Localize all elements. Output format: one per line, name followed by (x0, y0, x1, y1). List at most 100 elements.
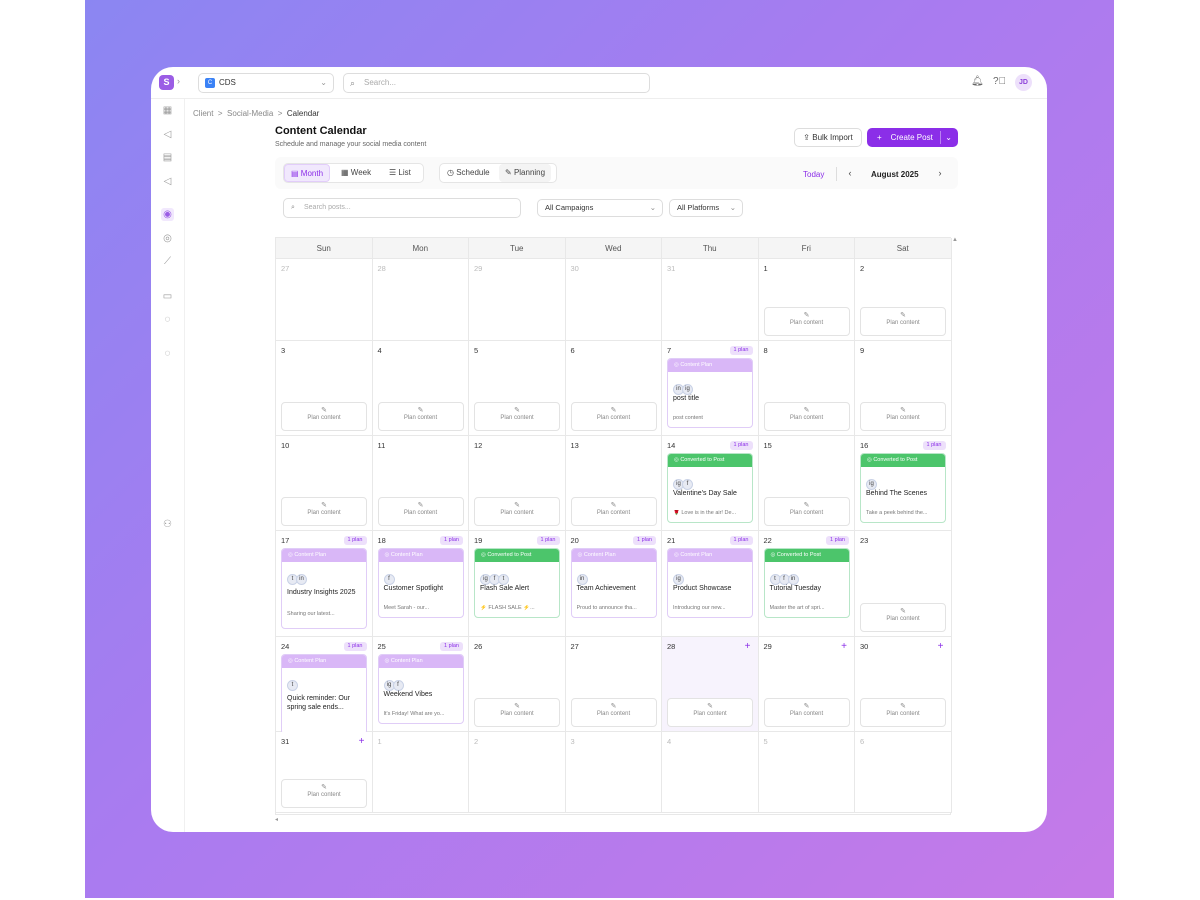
today-button[interactable]: Today (803, 170, 824, 179)
calendar-day-cell[interactable]: 15 ✎ Plan content (758, 436, 855, 531)
plan-content-button[interactable]: ✎ Plan content (763, 307, 850, 336)
plan-content-button[interactable]: ✎ Plan content (860, 402, 946, 431)
tab-list[interactable]: ☰ List (383, 164, 417, 182)
calendar-day-cell[interactable]: 31 + ✎ Plan content (276, 732, 373, 813)
calendar-day-cell[interactable]: 1 ✎ Plan content (758, 259, 855, 341)
plan-content-button[interactable]: ✎ Plan content (570, 402, 657, 431)
calendar-day-cell[interactable]: 21 1 plan ◎ Content Plan ig Product Showcase… (662, 531, 759, 637)
calendar-day-cell[interactable]: 26 ✎ Plan content (469, 637, 566, 732)
calendar-day-cell[interactable]: 2 ✎ Plan content (855, 259, 952, 341)
calendar-day-cell[interactable]: 3 ✎ Plan content (276, 341, 373, 436)
breadcrumb-social-media[interactable]: Social-Media (227, 109, 273, 118)
calendar-day-cell[interactable]: 27 ✎ Plan content (565, 637, 662, 732)
plan-content-button[interactable]: ✎ Plan content (570, 497, 657, 526)
calendar-day-cell[interactable]: 29 + ✎ Plan content (758, 637, 855, 732)
calendar-day-cell[interactable]: 16 1 plan ◎ Converted to Post ig Behind The … (855, 436, 952, 531)
breadcrumb-client[interactable]: Client (193, 109, 213, 118)
calendar-day-cell[interactable]: 2 (469, 732, 566, 813)
plan-content-button[interactable]: ✎ Plan content (763, 402, 850, 431)
calendar-day-cell[interactable]: 27 (276, 259, 373, 341)
calendar-day-cell[interactable]: 12 ✎ Plan content (469, 436, 566, 531)
workspace-select[interactable]: C CDS ⌄ (198, 73, 334, 93)
megaphone-icon[interactable]: ◁ (161, 175, 174, 188)
plan-content-button[interactable]: ✎ Plan content (860, 307, 946, 336)
calendar-day-cell[interactable]: 6 ✎ Plan content (565, 341, 662, 436)
calendar-day-cell[interactable]: 24 1 plan ◎ Content Plan t Quick reminder: O… (276, 637, 373, 735)
calendar-day-cell[interactable]: 4 (662, 732, 759, 813)
calendar-day-cell[interactable]: 28 + ✎ Plan content (662, 637, 759, 732)
content-card[interactable]: ◎ Converted to Post ig f t Flash Sale Alert ⚡… (474, 548, 560, 618)
calendar-day-cell[interactable]: 30 (565, 259, 662, 341)
content-card[interactable]: ◎ Content Plan t Quick reminder: Our sprin… (281, 654, 367, 735)
chevron-down-icon[interactable]: ⌄ (945, 128, 952, 147)
plan-content-button[interactable]: ✎ Plan content (570, 698, 657, 727)
plan-content-button[interactable]: ✎ Plan content (474, 698, 560, 727)
plan-content-button[interactable]: ✎ Plan content (763, 698, 850, 727)
content-card[interactable]: ◎ Converted to Post t f in Tutorial Tuesday M… (763, 548, 850, 618)
add-content-icon[interactable]: + (359, 736, 365, 747)
content-card[interactable]: ◎ Content Plan in ig post title post content (667, 358, 753, 428)
content-card[interactable]: ◎ Converted to Post ig Behind The Scenes Ta… (860, 453, 946, 523)
plan-content-button[interactable]: ✎ Plan content (474, 402, 560, 431)
tab-month[interactable]: ▤ Month (284, 164, 331, 182)
tab-schedule[interactable]: ◷ Schedule (441, 164, 496, 182)
calendar-day-cell[interactable]: 25 1 plan ◎ Content Plan ig f Weekend Vibes It… (372, 637, 469, 732)
bulk-import-button[interactable]: ⇪ Bulk Import (794, 128, 862, 147)
calendar-day-cell[interactable]: 23 ✎ Plan content (855, 531, 952, 637)
content-card[interactable]: ◎ Content Plan ig f Weekend Vibes It's Frida… (377, 654, 464, 724)
plan-content-button[interactable]: ✎ Plan content (377, 402, 464, 431)
plan-content-button[interactable]: ✎ Plan content (667, 698, 753, 727)
plan-content-button[interactable]: ✎ Plan content (860, 698, 946, 727)
calendar-day-cell[interactable]: 30 + ✎ Plan content (855, 637, 952, 732)
megaphone-icon[interactable]: ◁ (161, 128, 174, 141)
content-card[interactable]: ◎ Content Plan ig Product Showcase Introduc… (667, 548, 753, 618)
calendar-day-cell[interactable]: 1 (372, 732, 469, 813)
post-search-input[interactable]: ⌕ Search posts... (283, 198, 521, 218)
calendar-day-cell[interactable]: 5 (758, 732, 855, 813)
calendar-day-cell[interactable]: 5 ✎ Plan content (469, 341, 566, 436)
analytics-icon[interactable]: ⟋ (161, 255, 174, 268)
calendar-day-cell[interactable]: 29 (469, 259, 566, 341)
add-content-icon[interactable]: + (745, 641, 751, 652)
calendar-day-cell[interactable]: 11 ✎ Plan content (372, 436, 469, 531)
content-card[interactable]: ◎ Content Plan f Customer Spotlight Meet Sa… (377, 548, 464, 618)
calendar-day-cell[interactable]: 20 1 plan ◎ Content Plan in Team Achievement… (565, 531, 662, 637)
calendar-day-cell[interactable]: 19 1 plan ◎ Converted to Post ig f t Flash Sal… (469, 531, 566, 637)
calendar-day-cell[interactable]: 9 ✎ Plan content (855, 341, 952, 436)
calendar-icon[interactable]: ▤ (161, 151, 174, 164)
calendar-day-cell[interactable]: 18 1 plan ◎ Content Plan f Customer Spotligh… (372, 531, 469, 637)
calendar-day-cell[interactable]: 8 ✎ Plan content (758, 341, 855, 436)
plan-content-button[interactable]: ✎ Plan content (281, 779, 367, 808)
user-add-icon[interactable]: ⚇ (161, 518, 174, 531)
help-icon[interactable]: ?⃝ (993, 76, 1006, 87)
bell-icon[interactable]: 🔔︎ (971, 76, 984, 87)
calendar-day-cell[interactable]: 3 (565, 732, 662, 813)
calendar-day-cell[interactable]: 31 (662, 259, 759, 341)
eye-icon[interactable]: ◌ (161, 313, 174, 326)
plan-content-button[interactable]: ✎ Plan content (860, 603, 946, 632)
calendar-day-cell[interactable]: 4 ✎ Plan content (372, 341, 469, 436)
plan-content-button[interactable]: ✎ Plan content (281, 402, 367, 431)
content-card[interactable]: ◎ Content Plan in Team Achievement Proud to… (570, 548, 657, 618)
platform-select[interactable]: All Platforms ⌄ (669, 199, 743, 217)
plan-content-button[interactable]: ✎ Plan content (377, 497, 464, 526)
calendar-day-cell[interactable]: 13 ✎ Plan content (565, 436, 662, 531)
calendar-day-cell[interactable]: 7 1 plan ◎ Content Plan in ig post title post … (662, 341, 759, 436)
vertical-scrollbar[interactable]: ▲ (952, 237, 958, 815)
prev-month-button[interactable]: ‹ (843, 166, 857, 180)
target-icon[interactable]: ◎ (161, 232, 174, 245)
calendar-day-cell[interactable]: 17 1 plan ◎ Content Plan t in Industry Insigh… (276, 531, 373, 637)
document-icon[interactable]: ▭ (161, 290, 174, 303)
plan-content-button[interactable]: ✎ Plan content (763, 497, 850, 526)
eye-icon[interactable]: ◌ (161, 347, 174, 360)
global-search-input[interactable]: ⌕ Search... (343, 73, 650, 93)
plan-content-button[interactable]: ✎ Plan content (474, 497, 560, 526)
add-content-icon[interactable]: + (841, 641, 847, 652)
tab-planning[interactable]: ✎ Planning (499, 164, 552, 182)
content-card[interactable]: ◎ Content Plan t in Industry Insights 2025 S… (281, 548, 367, 629)
calendar-day-cell[interactable]: 22 1 plan ◎ Converted to Post t f in Tutorial … (758, 531, 855, 637)
calendar-day-cell[interactable]: 14 1 plan ◎ Converted to Post ig f Valentine'… (662, 436, 759, 531)
calendar-day-cell[interactable]: 6 (855, 732, 952, 813)
content-card[interactable]: ◎ Converted to Post ig f Valentine's Day Sa… (667, 453, 753, 523)
add-content-icon[interactable]: + (938, 641, 944, 652)
